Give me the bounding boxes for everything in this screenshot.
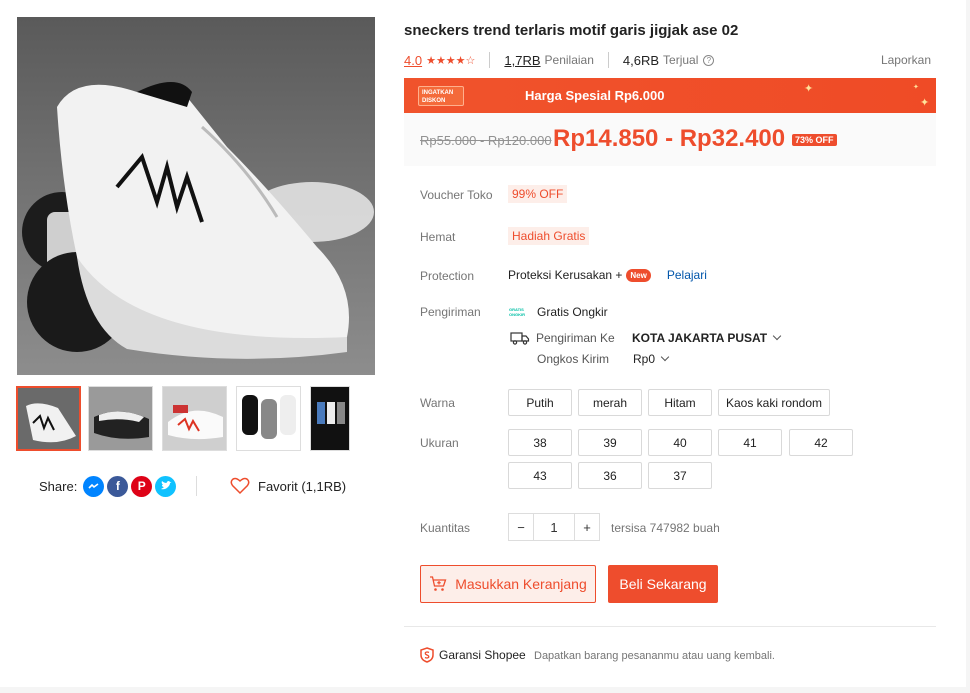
reviews-label: Penilaian bbox=[544, 53, 594, 67]
size-option-42[interactable]: 42 bbox=[789, 429, 853, 456]
protection-value: Proteksi Kerusakan + bbox=[508, 268, 623, 282]
size-option-38[interactable]: 38 bbox=[508, 429, 572, 456]
new-badge: New bbox=[626, 268, 651, 282]
color-option-hitam[interactable]: Hitam bbox=[648, 389, 712, 416]
truck-icon bbox=[510, 332, 530, 345]
product-title: sneckers trend terlaris motif garis jigj… bbox=[404, 22, 739, 39]
free-shipping-text: Gratis Ongkir bbox=[537, 305, 608, 319]
original-price: Rp55.000 - Rp120.000 bbox=[420, 133, 552, 148]
buy-now-button[interactable]: Beli Sekarang bbox=[608, 565, 718, 603]
stock-text: tersisa 747982 buah bbox=[611, 521, 720, 535]
promo-text: Harga Spesial Rp6.000 bbox=[525, 88, 665, 103]
chevron-down-icon[interactable] bbox=[660, 352, 670, 362]
color-option-kaos-kaki[interactable]: Kaos kaki rondom bbox=[718, 389, 830, 416]
current-price: Rp14.850 - Rp32.400 bbox=[553, 125, 786, 152]
price-box: Rp55.000 - Rp120.000 Rp14.850 - Rp32.400… bbox=[404, 113, 936, 166]
voucher-tag[interactable]: 99% OFF bbox=[508, 185, 568, 203]
twitter-icon[interactable] bbox=[155, 475, 177, 497]
quantity-minus-button[interactable]: − bbox=[509, 514, 533, 540]
free-shipping-icon: GRATIS ONGKIR bbox=[509, 307, 525, 317]
voucher-label: Voucher Toko bbox=[420, 188, 493, 202]
ship-cost-label: Ongkos Kirim bbox=[537, 352, 610, 366]
ship-to-label: Pengiriman Ke bbox=[536, 331, 615, 345]
remind-discount-badge: INGATKAN DISKON bbox=[418, 86, 464, 106]
thumbnail-4[interactable] bbox=[236, 386, 301, 451]
thumbnail-5[interactable] bbox=[310, 386, 350, 451]
product-meta: 4.0 ★★★★☆ 1,7RB Penilaian 4,6RB Terjual … bbox=[404, 51, 931, 69]
ship-cost-value[interactable]: Rp0 bbox=[633, 352, 655, 366]
discount-badge: 73% OFF bbox=[792, 134, 837, 146]
favorite-label: Favorit (1,1RB) bbox=[258, 478, 347, 494]
size-option-43[interactable]: 43 bbox=[508, 462, 572, 489]
ship-to-row: Pengiriman Ke KOTA JAKARTA PUSAT bbox=[510, 331, 782, 345]
share-label: Share: bbox=[39, 478, 78, 494]
share-divider bbox=[196, 476, 197, 496]
reviews-count[interactable]: 1,7RB bbox=[504, 53, 540, 68]
size-option-37[interactable]: 37 bbox=[648, 462, 712, 489]
sparkle-icon: ✦ bbox=[913, 84, 919, 91]
sold-count: 4,6RB bbox=[622, 52, 660, 68]
quantity-stepper: − 1 + bbox=[508, 513, 600, 541]
favorite-button[interactable]: Favorit (1,1RB) bbox=[230, 474, 346, 498]
main-product-image[interactable] bbox=[17, 17, 375, 375]
meta-divider bbox=[489, 52, 491, 68]
promo-banner[interactable]: INGATKAN DISKON Harga Spesial Rp6.000 ✦ … bbox=[404, 78, 936, 113]
learn-more-link[interactable]: Pelajari bbox=[667, 268, 707, 282]
help-icon[interactable]: ? bbox=[703, 54, 715, 66]
sold-label: Terjual bbox=[663, 53, 699, 67]
divider bbox=[404, 626, 936, 627]
rating-stars-icon: ★★★★☆ bbox=[426, 54, 476, 67]
guarantee-description: Dapatkan barang pesananmu atau uang kemb… bbox=[534, 650, 775, 662]
sparkle-icon: ✦ bbox=[920, 97, 930, 109]
thumbnail-3[interactable] bbox=[162, 386, 227, 451]
size-label: Ukuran bbox=[420, 436, 459, 450]
size-option-36[interactable]: 36 bbox=[578, 462, 642, 489]
free-shipping-row: GRATIS ONGKIR Gratis Ongkir bbox=[509, 305, 608, 319]
ship-to-value[interactable]: KOTA JAKARTA PUSAT bbox=[632, 331, 767, 345]
protection-row: Proteksi Kerusakan + New Pelajari bbox=[508, 268, 707, 282]
add-to-cart-label: Masukkan Keranjang bbox=[455, 576, 587, 592]
pinterest-icon[interactable]: P bbox=[131, 475, 153, 497]
protection-label: Protection bbox=[420, 269, 475, 283]
hemat-label: Hemat bbox=[420, 230, 456, 244]
size-option-39[interactable]: 39 bbox=[578, 429, 642, 456]
sparkle-icon: ✦ bbox=[804, 83, 814, 95]
size-option-40[interactable]: 40 bbox=[648, 429, 712, 456]
shipping-label: Pengiriman bbox=[420, 305, 481, 319]
report-link[interactable]: Laporkan bbox=[881, 53, 931, 67]
add-to-cart-button[interactable]: Masukkan Keranjang bbox=[420, 565, 596, 603]
heart-icon bbox=[230, 477, 250, 495]
chevron-down-icon[interactable] bbox=[772, 331, 782, 341]
guarantee-row[interactable]: Garansi Shopee bbox=[420, 647, 526, 663]
guarantee-title: Garansi Shopee bbox=[439, 648, 526, 662]
rating-value[interactable]: 4.0 bbox=[404, 53, 422, 68]
product-card: Share: f P Favorit (1,1RB) sneckers tren… bbox=[0, 0, 966, 687]
facebook-icon[interactable]: f bbox=[107, 475, 129, 497]
share-bar: Share: f P bbox=[39, 474, 177, 498]
messenger-icon[interactable] bbox=[83, 475, 105, 497]
thumbnail-strip bbox=[16, 386, 376, 452]
color-option-putih[interactable]: Putih bbox=[508, 389, 572, 416]
shield-icon bbox=[420, 647, 434, 663]
cart-icon bbox=[430, 576, 447, 591]
quantity-input[interactable]: 1 bbox=[533, 514, 575, 540]
quantity-plus-button[interactable]: + bbox=[575, 514, 599, 540]
color-option-merah[interactable]: merah bbox=[578, 389, 642, 416]
hemat-tag[interactable]: Hadiah Gratis bbox=[508, 227, 590, 245]
thumbnail-1[interactable] bbox=[16, 386, 81, 451]
quantity-label: Kuantitas bbox=[420, 521, 471, 535]
color-label: Warna bbox=[420, 396, 455, 410]
thumbnail-2[interactable] bbox=[88, 386, 153, 451]
ship-cost-row: Ongkos Kirim Rp0 bbox=[537, 352, 670, 366]
meta-divider bbox=[607, 52, 609, 68]
size-option-41[interactable]: 41 bbox=[718, 429, 782, 456]
